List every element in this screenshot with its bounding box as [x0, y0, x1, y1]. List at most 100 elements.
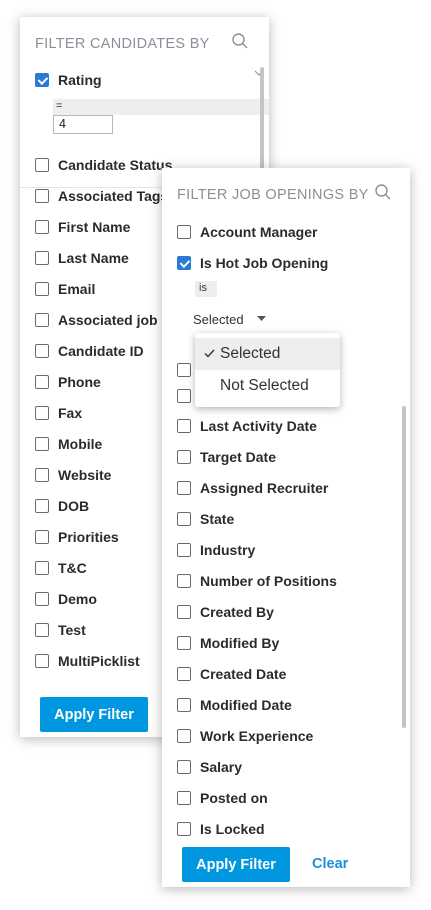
filter-option-first-name[interactable]: First Name [35, 216, 130, 238]
filter-option-mobile[interactable]: Mobile [35, 433, 102, 455]
checkbox[interactable] [35, 530, 49, 544]
checkbox[interactable] [35, 468, 49, 482]
filter-option-number-of-positions[interactable]: Number of Positions [177, 570, 337, 592]
option-label: Target Date [200, 449, 276, 465]
filter-option-industry[interactable]: Industry [177, 539, 255, 561]
checkbox[interactable] [177, 698, 191, 712]
filter-option-is-hot-job-opening[interactable]: Is Hot Job Opening [177, 252, 328, 274]
checkbox[interactable] [177, 636, 191, 650]
filter-option-dob[interactable]: DOB [35, 495, 89, 517]
filter-option-salary[interactable]: Salary [177, 756, 242, 778]
filter-option-priorities[interactable]: Priorities [35, 526, 119, 548]
checkbox[interactable] [35, 189, 49, 203]
operator-select[interactable]: = [53, 99, 269, 115]
checkbox[interactable] [177, 822, 191, 836]
checkbox[interactable] [35, 375, 49, 389]
checkbox[interactable] [35, 220, 49, 234]
checkbox[interactable] [177, 481, 191, 495]
rating-value-input[interactable]: 4 [53, 115, 113, 134]
checkbox[interactable] [177, 574, 191, 588]
filter-option-assigned-recruiter[interactable]: Assigned Recruiter [177, 477, 328, 499]
filter-option-fax[interactable]: Fax [35, 402, 82, 424]
checkbox[interactable] [177, 225, 191, 239]
search-icon[interactable] [231, 32, 249, 50]
checkbox[interactable] [35, 73, 49, 87]
filter-option-website[interactable]: Website [35, 464, 111, 486]
select-value: Selected [193, 311, 244, 327]
filter-option-phone[interactable]: Phone [35, 371, 101, 393]
filter-option-posted-on[interactable]: Posted on [177, 787, 268, 809]
checkbox[interactable] [35, 654, 49, 668]
checkbox[interactable] [177, 389, 191, 403]
apply-filter-button[interactable]: Apply Filter [182, 847, 290, 882]
clear-link[interactable]: Clear [312, 856, 348, 872]
filter-option-created-date[interactable]: Created Date [177, 663, 286, 685]
option-label: Website [58, 467, 112, 483]
checkbox[interactable] [177, 256, 191, 270]
checkbox[interactable] [177, 543, 191, 557]
option-label: State [200, 511, 235, 527]
option-label: Work Experience [200, 728, 314, 744]
filter-option-rating[interactable]: Rating [35, 69, 102, 91]
filter-option-modified-by[interactable]: Modified By [177, 632, 279, 654]
operator-badge[interactable]: is [195, 281, 217, 297]
checkbox[interactable] [35, 344, 49, 358]
filter-option-modified-date[interactable]: Modified Date [177, 694, 292, 716]
filter-option-created-by[interactable]: Created By [177, 601, 274, 623]
filter-option-work-experience[interactable]: Work Experience [177, 725, 313, 747]
checkbox[interactable] [35, 592, 49, 606]
filter-option-state[interactable]: State [177, 508, 234, 530]
filter-option-associated-job-o[interactable]: Associated job o [35, 309, 170, 331]
filter-option-associated-tags[interactable]: Associated Tags [35, 185, 168, 207]
checkbox[interactable] [177, 363, 191, 377]
option-label: Created Date [200, 666, 287, 682]
checkbox[interactable] [177, 419, 191, 433]
checkbox[interactable] [177, 729, 191, 743]
filter-option-account-manager[interactable]: Account Manager [177, 221, 317, 243]
option-label: Associated job o [58, 312, 171, 328]
checkbox[interactable] [35, 561, 49, 575]
filter-option-test[interactable]: Test [35, 619, 86, 641]
filter-option-email[interactable]: Email [35, 278, 95, 300]
operator-value: = [56, 100, 63, 112]
filter-option-candidate-id[interactable]: Candidate ID [35, 340, 144, 362]
dropdown-option-not-selected[interactable]: Not Selected [195, 370, 340, 402]
apply-filter-button[interactable]: Apply Filter [40, 697, 148, 732]
panel-title: FILTER CANDIDATES BY [35, 36, 210, 52]
checkbox[interactable] [177, 605, 191, 619]
filter-option-last-activity-date[interactable]: Last Activity Date [177, 415, 317, 437]
filter-option-is-locked[interactable]: Is Locked [177, 818, 265, 840]
checkbox[interactable] [177, 760, 191, 774]
filter-option-target-date[interactable]: Target Date [177, 446, 276, 468]
option-label: Mobile [58, 436, 103, 452]
option-label: DOB [58, 498, 90, 514]
filter-option-last-name[interactable]: Last Name [35, 247, 129, 269]
checkbox[interactable] [35, 499, 49, 513]
dropdown-option-selected[interactable]: Selected [195, 338, 340, 370]
option-label: Is Hot Job Opening [200, 255, 329, 271]
option-label: Modified Date [200, 697, 292, 713]
option-label: Number of Positions [200, 573, 337, 589]
checkbox[interactable] [35, 437, 49, 451]
filter-option-demo[interactable]: Demo [35, 588, 97, 610]
filter-option-candidate-status[interactable]: Candidate Status [35, 154, 172, 176]
checkbox[interactable] [35, 282, 49, 296]
option-label: T&C [58, 560, 87, 576]
checkbox[interactable] [35, 623, 49, 637]
checkbox[interactable] [177, 450, 191, 464]
checkbox[interactable] [177, 667, 191, 681]
option-label: Fax [58, 405, 83, 421]
filter-option-multipicklist[interactable]: MultiPicklist [35, 650, 140, 672]
checkbox[interactable] [177, 791, 191, 805]
search-icon[interactable] [374, 183, 392, 201]
checkbox[interactable] [177, 512, 191, 526]
scrollbar[interactable] [402, 406, 406, 728]
filter-option-t-c[interactable]: T&C [35, 557, 87, 579]
option-label: Industry [200, 542, 256, 558]
checkbox[interactable] [35, 313, 49, 327]
checkbox[interactable] [35, 158, 49, 172]
value-select[interactable]: Selected [193, 310, 266, 328]
checkbox[interactable] [35, 251, 49, 265]
checkbox[interactable] [35, 406, 49, 420]
option-label: Is Locked [200, 821, 265, 837]
